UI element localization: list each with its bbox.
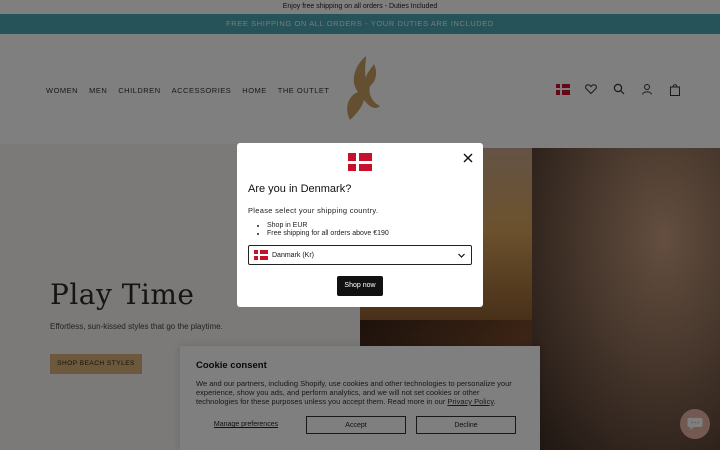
- chevron-down-icon: [458, 253, 465, 258]
- modal-title: Are you in Denmark?: [248, 183, 352, 195]
- close-icon[interactable]: [461, 151, 475, 165]
- modal-subtitle: Please select your shipping country.: [248, 206, 379, 215]
- denmark-flag-icon: [254, 250, 268, 260]
- country-select[interactable]: Danmark (Kr): [248, 245, 472, 265]
- country-selector-modal: Are you in Denmark? Please select your s…: [237, 143, 483, 307]
- shop-now-button[interactable]: Shop now: [337, 276, 383, 296]
- list-item: Free shipping for all orders above €190: [267, 230, 389, 238]
- denmark-flag-icon: [348, 153, 372, 171]
- modal-benefits-list: Shop in EUR Free shipping for all orders…: [259, 222, 389, 238]
- country-select-value: Danmark (Kr): [272, 251, 315, 259]
- list-item: Shop in EUR: [267, 222, 389, 230]
